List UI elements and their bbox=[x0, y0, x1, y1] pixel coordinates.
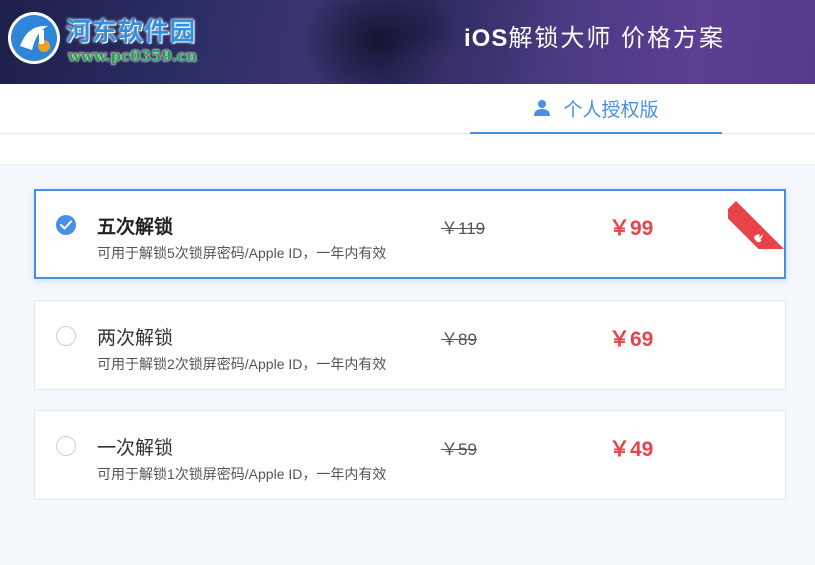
tab-label: 个人授权版 bbox=[563, 99, 659, 121]
page-title: iOS解锁大师 价格方案 bbox=[464, 18, 725, 53]
plan-original-price: ￥89 bbox=[441, 330, 477, 349]
hot-badge bbox=[728, 187, 790, 249]
header-banner: 河东软件园 www.pc0359.cn iOS解锁大师 价格方案 bbox=[0, 0, 815, 84]
check-icon bbox=[60, 220, 72, 230]
plan-card-two-unlocks[interactable]: 两次解锁 可用于解锁2次锁屏密码/Apple ID，一年内有效 ￥89 ￥69 bbox=[34, 300, 786, 390]
logo-url: www.pc0359.cn bbox=[68, 47, 198, 65]
logo-icon bbox=[8, 12, 60, 64]
page-title-ios: iOS bbox=[464, 25, 509, 52]
plan-price: ￥49 bbox=[609, 438, 654, 461]
tab-personal-license[interactable]: 个人授权版 bbox=[470, 84, 722, 134]
plan-price: ￥69 bbox=[609, 328, 654, 351]
page-title-rest: 解锁大师 价格方案 bbox=[508, 25, 726, 52]
divider-strip bbox=[0, 135, 815, 165]
plan-description: 可用于解锁1次锁屏密码/Apple ID，一年内有效 bbox=[97, 466, 387, 482]
plan-description: 可用于解锁5次锁屏密码/Apple ID，一年内有效 bbox=[97, 245, 387, 261]
plan-card-one-unlock[interactable]: 一次解锁 可用于解锁1次锁屏密码/Apple ID，一年内有效 ￥59 ￥49 bbox=[34, 410, 786, 500]
user-icon bbox=[534, 100, 551, 116]
plan-original-price: ￥119 bbox=[441, 219, 486, 238]
plan-radio[interactable] bbox=[56, 326, 76, 346]
fire-icon bbox=[754, 233, 763, 243]
tab-bar: 个人授权版 bbox=[0, 84, 815, 134]
plan-name: 五次解锁 bbox=[97, 217, 174, 238]
plan-description: 可用于解锁2次锁屏密码/Apple ID，一年内有效 bbox=[97, 356, 387, 372]
logo-text: 河东软件园 bbox=[66, 17, 197, 46]
plan-name: 一次解锁 bbox=[97, 438, 174, 459]
hot-ribbon-band bbox=[728, 201, 790, 249]
plan-price: ￥99 bbox=[609, 217, 654, 240]
plan-name: 两次解锁 bbox=[97, 328, 174, 349]
plan-radio[interactable] bbox=[56, 436, 76, 456]
plan-original-price: ￥59 bbox=[441, 440, 477, 459]
plan-radio-selected[interactable] bbox=[56, 215, 76, 235]
plan-card-five-unlocks[interactable]: 五次解锁 可用于解锁5次锁屏密码/Apple ID，一年内有效 ￥119 ￥99 bbox=[34, 189, 790, 279]
